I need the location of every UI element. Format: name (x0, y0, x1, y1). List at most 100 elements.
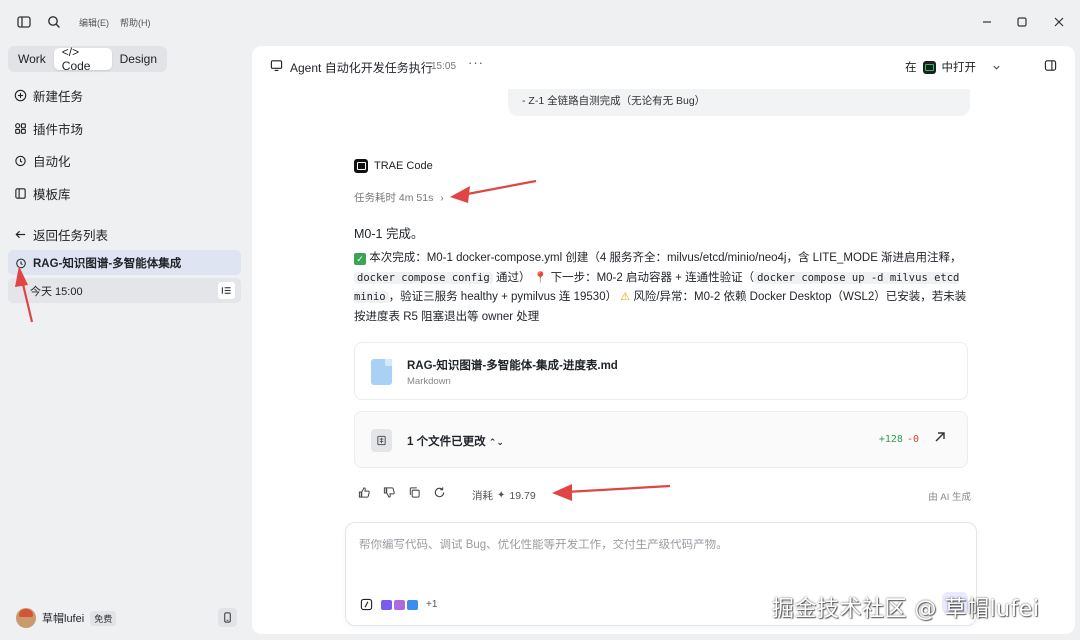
alarm-clock-icon (16, 258, 26, 268)
plus-circle-icon (14, 89, 27, 101)
menu-help[interactable]: 帮助(H) (120, 16, 151, 29)
task-session-time: 今天 15:00 (30, 285, 83, 298)
header-time: 15:05 (431, 61, 457, 72)
copy-icon[interactable] (408, 486, 421, 499)
previous-message-bubble: - Z-1 全链路自测完成（无论有无 Bug） (508, 89, 970, 116)
warning-icon: ⚠ (620, 291, 631, 303)
message-part: 通过） (492, 271, 531, 284)
search-icon[interactable] (46, 14, 62, 30)
message-title: M0-1 完成。 (354, 227, 424, 241)
file-icon (371, 359, 392, 385)
sparkle-icon: ✦ (497, 490, 506, 501)
model-3-icon (407, 599, 418, 610)
extra-models-count: +1 (426, 599, 438, 610)
file-changes-card[interactable]: 1 个文件已更改 ⌃⌄ +128 -0 (354, 411, 968, 468)
mode-code-tab[interactable]: </> Code (53, 45, 112, 73)
slash-command-icon[interactable] (360, 598, 373, 611)
changes-label[interactable]: 1 个文件已更改 ⌃⌄ (407, 433, 504, 449)
sidebar-item-new-task[interactable]: 新建任务 (14, 85, 83, 105)
sidebar-item-label: 插件市场 (33, 122, 84, 137)
previous-message-text: - Z-1 全链路自测完成（无论有无 Bug） (522, 95, 706, 107)
message-actions (358, 486, 446, 499)
panel-toggle-icon[interactable] (1044, 59, 1057, 75)
alarm-clock-icon (15, 155, 26, 166)
agent-header: TRAE Code (354, 159, 433, 173)
file-attachment-card[interactable]: RAG-知识图谱-多智能体-集成-进度表.md Markdown (354, 342, 968, 400)
check-mark-icon: ✓ (354, 253, 366, 265)
message-part: 下一步：M0-2 启动容器 + 连通性验证（ (547, 271, 755, 284)
model-2-icon (394, 599, 405, 610)
menu-edit[interactable]: 编辑(E) (79, 16, 109, 29)
plan-badge: 免费 (90, 610, 117, 626)
model-1-icon (381, 599, 392, 610)
inline-code: docker compose config (354, 271, 493, 284)
task-duration[interactable]: 任务耗时 4m 51s › (354, 190, 444, 205)
user-profile[interactable]: 草帽lufei 免费 (16, 608, 117, 628)
diff-stats: +128 -0 (879, 434, 919, 445)
watermark: 掘金技术社区 @ 草帽lufei (772, 597, 1040, 622)
sidebar-item-label: 新建任务 (33, 89, 84, 104)
agent-name: TRAE Code (374, 160, 433, 172)
user-name: 草帽lufei (42, 613, 85, 625)
cost-label: 消耗 (472, 490, 493, 502)
mobile-icon[interactable] (218, 608, 237, 627)
page-title: Agent 自动化开发任务执行 (290, 61, 433, 75)
active-task-label: RAG-知识图谱-多智能体集成 (33, 257, 182, 270)
list-icon[interactable] (218, 282, 235, 299)
pin-icon: 📍 (533, 271, 548, 284)
arrow-left-icon (15, 230, 26, 238)
plugin-grid-icon (15, 122, 26, 134)
mode-work-tab[interactable]: Work (10, 48, 54, 70)
sidebar-item-templates[interactable]: 模板库 (14, 183, 71, 203)
active-task-item[interactable]: RAG-知识图谱-多智能体集成 (8, 250, 241, 275)
message-part: ，验证三服务 healthy + pymilvus 连 19530） (388, 291, 618, 303)
sidebar-item-plugins[interactable]: 插件市场 (14, 118, 83, 138)
diff-additions: +128 (878, 434, 903, 445)
sidebar-toggle-icon[interactable] (16, 14, 32, 30)
diff-deletions: -0 (906, 434, 919, 445)
more-icon[interactable]: ··· (468, 55, 484, 70)
file-type: Markdown (407, 376, 451, 387)
mode-design-tab[interactable]: Design (112, 48, 165, 70)
agent-logo-icon (354, 159, 368, 173)
sidebar-item-automation[interactable]: 自动化 (14, 150, 71, 170)
main-header: Agent 自动化开发任务执行 15:05 ··· 在 中打开 (252, 46, 1075, 86)
chevron-right-icon: › (440, 192, 444, 204)
open-external-icon[interactable] (933, 430, 951, 448)
task-session-item[interactable]: 今天 15:00 (8, 278, 241, 303)
sidebar-item-label: 模板库 (33, 187, 71, 202)
refresh-icon[interactable] (433, 486, 446, 499)
cost-value: 19.79 (509, 489, 536, 502)
avatar (16, 608, 36, 628)
sidebar-item-label: 自动化 (33, 154, 71, 169)
mode-switcher: Work </> Code Design (8, 45, 167, 73)
thumbs-up-icon[interactable] (358, 486, 371, 499)
file-name: RAG-知识图谱-多智能体-集成-进度表.md (407, 360, 618, 372)
close-icon[interactable] (1049, 12, 1069, 32)
minimize-icon[interactable] (977, 12, 997, 32)
template-icon (15, 187, 26, 199)
changes-count-text: 1 个文件已更改 (407, 436, 486, 448)
composer-toolbar: +1 (360, 598, 437, 611)
token-cost: 消耗 ✦ 19.79 (472, 488, 536, 503)
open-in-button[interactable]: 在 中打开 (905, 59, 1001, 75)
model-selector[interactable] (381, 599, 418, 610)
maximize-icon[interactable] (1012, 12, 1032, 32)
monitor-icon (270, 59, 283, 75)
duration-text: 任务耗时 4m 51s (354, 192, 434, 204)
back-to-task-list[interactable]: 返回任务列表 (14, 224, 108, 244)
main-panel: Agent 自动化开发任务执行 15:05 ··· 在 中打开 - Z-1 全链… (252, 46, 1075, 634)
open-label: 中打开 (941, 62, 977, 74)
message-part: 本次完成：M0-1 docker-compose.yml 创建（4 服务齐全：m… (366, 252, 962, 264)
document-icon (371, 429, 392, 452)
message-body: ✓ 本次完成：M0-1 docker-compose.yml 创建（4 服务齐全… (354, 249, 968, 327)
back-label: 返回任务列表 (33, 228, 109, 243)
terminal-app-icon (922, 60, 936, 74)
thumbs-down-icon[interactable] (383, 486, 396, 499)
title-bar: 编辑(E) 帮助(H) (0, 0, 1080, 44)
ai-generated-note: 由 AI 生成 (928, 492, 971, 503)
prompt-input[interactable] (359, 539, 959, 551)
open-prefix: 在 (905, 62, 917, 74)
expand-toggle-icon: ⌃⌄ (488, 437, 504, 447)
chevron-down-icon (993, 65, 1000, 70)
